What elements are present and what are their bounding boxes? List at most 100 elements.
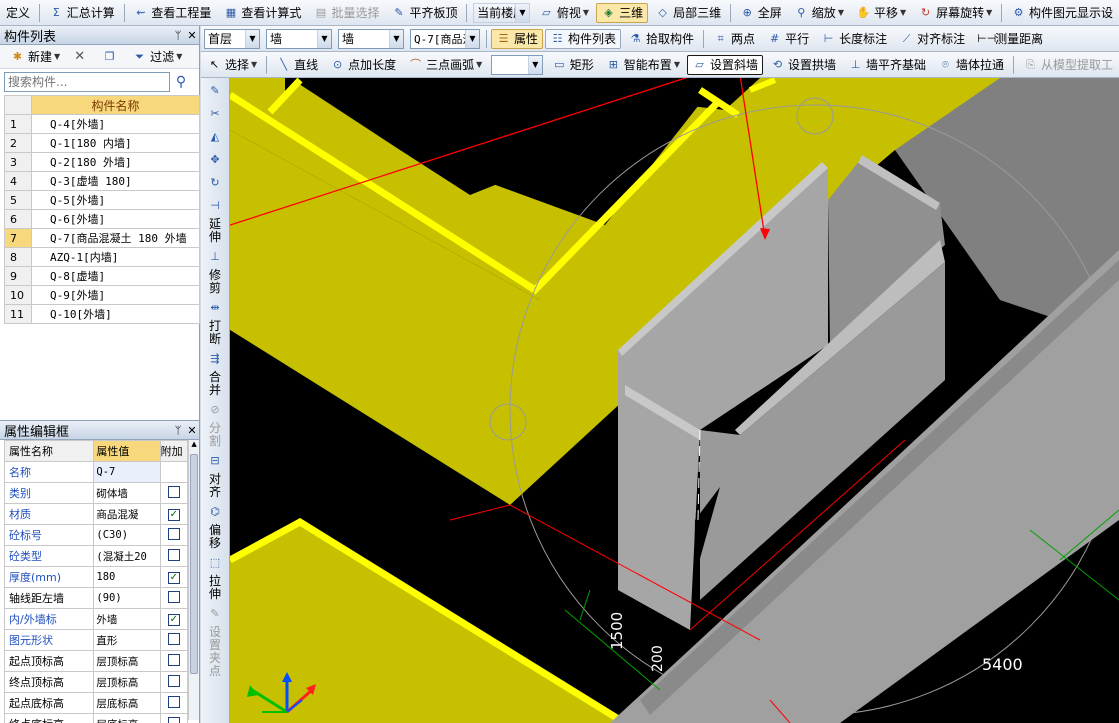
checkbox-unchecked[interactable] [167, 485, 180, 498]
component-row[interactable]: 7 Q-7[商品混凝土 180 外墙 [4, 228, 200, 248]
extend-icon[interactable]: ⊣ [204, 196, 226, 216]
filter-button[interactable]: ⏷ 过滤 ▼ [127, 47, 187, 67]
property-extra[interactable] [159, 650, 189, 672]
draw-mode-combo[interactable]: ▼ [491, 54, 543, 75]
component-row[interactable]: 9 Q-8[虚墙] [4, 266, 200, 286]
property-extra[interactable] [159, 587, 189, 609]
scroll-thumb[interactable] [190, 454, 199, 674]
parallel-button[interactable]: # 平行 [762, 29, 814, 49]
zoom-button[interactable]: ⚲ 缩放 ▼ [789, 3, 849, 23]
checkbox-unchecked[interactable] [167, 590, 180, 603]
type-combo[interactable]: 墙 ▼ [338, 28, 404, 49]
align-dim-button[interactable]: ⟋ 对齐标注 [894, 29, 970, 49]
measure-dist-button[interactable]: ⊢⊣ 测量距离 [972, 29, 1048, 49]
checkbox-unchecked[interactable] [167, 653, 180, 666]
set-slant-wall-button[interactable]: ▱ 设置斜墙 [686, 54, 763, 75]
property-value[interactable]: Q-7 [93, 461, 161, 483]
search-icon[interactable]: ⚲ [170, 74, 192, 90]
checkbox-checked[interactable]: ✓ [167, 572, 180, 584]
pick-component-button[interactable]: ⚗ 拾取构件 [623, 29, 699, 49]
checkbox-unchecked[interactable] [167, 695, 180, 708]
fullscreen-button[interactable]: ⊕ 全屏 [735, 3, 787, 23]
property-extra[interactable] [159, 524, 189, 546]
property-scrollbar[interactable]: ▲ [188, 440, 199, 720]
floor-combo[interactable]: 首层 ▼ [204, 28, 260, 49]
property-row[interactable]: 起点底标高 层底标高 [3, 692, 189, 714]
define-button[interactable]: 定义 [1, 3, 35, 23]
wall-stretch-button[interactable]: ⌾ 墙体拉通 [933, 55, 1009, 75]
property-value[interactable]: 层底标高 [93, 692, 161, 714]
property-value[interactable]: 层顶标高 [93, 671, 161, 693]
properties-button[interactable]: ☰ 属性 [491, 28, 544, 49]
break-tool-label[interactable]: 打断 [208, 320, 222, 346]
pan-button[interactable]: ✋ 平移 ▼ [851, 3, 911, 23]
property-row[interactable]: 类别 砌体墙 [3, 482, 189, 504]
three-d-button[interactable]: ◈ 三维 [596, 2, 649, 23]
top-view-button[interactable]: ▱ 俯视 ▼ [534, 3, 594, 23]
component-name[interactable]: Q-4[外墙] [31, 114, 200, 134]
set-clamp-tool-label[interactable]: 设置夹点 [208, 626, 222, 678]
checkbox-checked[interactable]: ✓ [167, 509, 180, 521]
property-value[interactable]: 层顶标高 [93, 650, 161, 672]
checkbox-checked[interactable]: ✓ [167, 614, 180, 626]
merge-icon[interactable]: ⇶ [204, 349, 226, 369]
property-extra[interactable]: ✓ [159, 503, 189, 525]
component-name[interactable]: Q-2[180 外墙] [31, 152, 200, 172]
close-icon[interactable]: ✕ [185, 424, 199, 437]
view-formula-button[interactable]: ▦ 查看计算式 [218, 3, 306, 23]
component-row[interactable]: 10 Q-9[外墙] [4, 285, 200, 305]
three-point-arc-button[interactable]: ⌒ 三点画弧 ▼ [403, 55, 487, 75]
property-value[interactable]: (90) [93, 587, 161, 609]
component-row[interactable]: 3 Q-2[180 外墙] [4, 152, 200, 172]
stretch-icon[interactable]: ⬚ [204, 553, 226, 573]
property-row[interactable]: 砼类型 (混凝土20 [3, 545, 189, 567]
component-row[interactable]: 4 Q-3[虚墙 180] [4, 171, 200, 191]
scroll-up-icon[interactable]: ▲ [189, 440, 199, 452]
pin-icon[interactable]: ᛘ [171, 29, 185, 42]
extract-from-model-button[interactable]: ⎘ 从模型提取工 [1018, 55, 1118, 75]
property-value[interactable]: 层底标高 [93, 713, 161, 723]
component-name[interactable]: Q-3[虚墙 180] [31, 171, 200, 191]
property-row[interactable]: 名称 Q-7 [3, 461, 189, 483]
property-extra[interactable] [159, 692, 189, 714]
category-combo[interactable]: 墙 ▼ [266, 28, 332, 49]
select-button[interactable]: ↖ 选择 ▼ [202, 55, 262, 75]
property-extra[interactable] [159, 671, 189, 693]
component-name[interactable]: Q-9[外墙] [31, 285, 200, 305]
component-name[interactable]: AZQ-1[内墙] [31, 247, 200, 267]
property-extra[interactable] [159, 461, 189, 483]
batch-select-button[interactable]: ▤ 批量选择 [308, 3, 384, 23]
component-name[interactable]: Q-10[外墙] [31, 304, 200, 324]
property-row[interactable]: 终点底标高层底标高 [3, 713, 189, 723]
smart-layout-button[interactable]: ⊞ 智能布置 ▼ [601, 55, 685, 75]
property-row[interactable]: 砼标号 (C30) [3, 524, 189, 546]
property-row[interactable]: 材质 商品混凝 ✓ [3, 503, 189, 525]
clamp-icon[interactable]: ✎ [204, 604, 226, 624]
component-name[interactable]: Q-7[商品混凝土 180 外墙 [31, 228, 200, 248]
component-display-button[interactable]: ⚙ 构件图元显示设 [1006, 3, 1118, 23]
rotate-icon[interactable]: ↻ [204, 173, 226, 193]
delete-button[interactable]: ✕ [67, 47, 95, 67]
align-slab-top-button[interactable]: ✎ 平齐板顶 [386, 3, 462, 23]
point-length-button[interactable]: ⊙ 点加长度 [325, 55, 401, 75]
property-extra[interactable]: ✓ [159, 566, 189, 588]
component-name[interactable]: Q-1[180 内墙] [31, 133, 200, 153]
property-extra[interactable]: ✓ [159, 608, 189, 630]
property-value[interactable]: 商品混凝 [93, 503, 161, 525]
view-quantity-button[interactable]: ⇜ 查看工程量 [128, 3, 216, 23]
property-extra[interactable] [159, 713, 189, 723]
pin-icon[interactable]: ᛘ [171, 424, 185, 437]
component-list-button[interactable]: ☷ 构件列表 [545, 28, 622, 49]
component-row[interactable]: 6 Q-6[外墙] [4, 209, 200, 229]
extend-tool-label[interactable]: 延伸 [208, 218, 222, 244]
component-row[interactable]: 11 Q-10[外墙] [4, 304, 200, 324]
stretch-tool-label[interactable]: 拉伸 [208, 575, 222, 601]
rectangle-button[interactable]: ▭ 矩形 [547, 55, 599, 75]
local-3d-button[interactable]: ◇ 局部三维 [650, 3, 726, 23]
property-value[interactable]: (C30) [93, 524, 161, 546]
break-icon[interactable]: ⇹ [204, 298, 226, 318]
component-row[interactable]: 2 Q-1[180 内墙] [4, 133, 200, 153]
property-row[interactable]: 图元形状 直形 [3, 629, 189, 651]
copy-scissors-icon[interactable]: ✂ [204, 104, 226, 124]
property-extra[interactable] [159, 545, 189, 567]
